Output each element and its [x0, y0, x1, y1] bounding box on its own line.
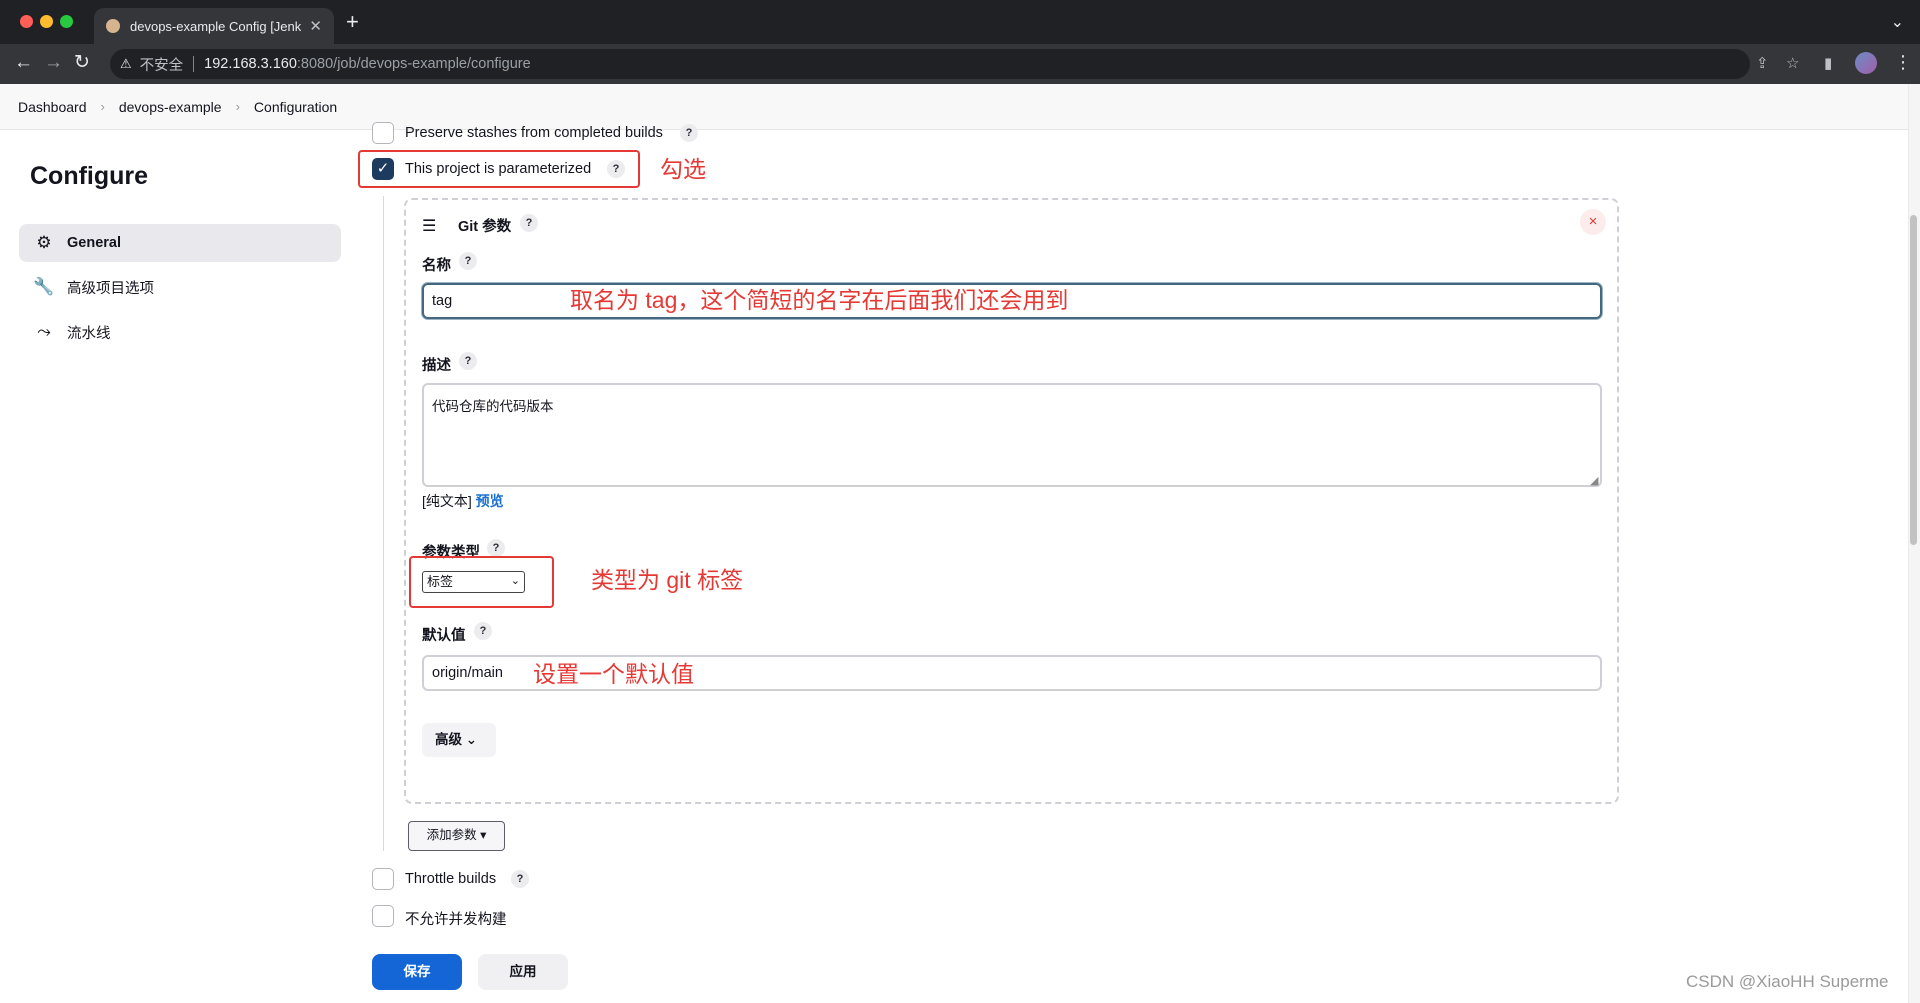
resize-grip-icon[interactable]: ◢ — [1590, 474, 1598, 487]
annotation-box-type — [409, 556, 554, 608]
browser-tab-bar: devops-example Config [Jenkins] ✕ + ⌄ — [0, 0, 1920, 44]
watermark: CSDN @XiaoHH Superme — [1686, 972, 1889, 991]
help-icon[interactable]: ? — [487, 539, 505, 557]
security-label: 不安全 — [139, 57, 184, 74]
preserve-stashes-label: Preserve stashes from completed builds — [405, 125, 663, 141]
breadcrumb-job[interactable]: devops-example — [119, 99, 222, 115]
sidebar-item-label: 流水线 — [67, 325, 111, 342]
forward-arrow-icon[interactable]: → — [44, 52, 63, 74]
wrench-icon: 🔧 — [33, 277, 55, 296]
annotation-box-parameterized — [358, 150, 640, 188]
chevron-down-icon: ⌄ — [465, 732, 478, 747]
minimize-window-button[interactable] — [40, 15, 53, 28]
tab-search-chevron-icon[interactable]: ⌄ — [1891, 12, 1904, 32]
browser-toolbar: ← → ↻ ⚠ 不安全 192.168.3.160 :8080/job/devo… — [0, 44, 1920, 84]
throttle-builds-label: Throttle builds — [405, 871, 497, 887]
tab-close-icon[interactable]: ✕ — [309, 17, 322, 35]
advanced-label: 高级 — [435, 732, 462, 747]
breadcrumb-separator-icon: › — [100, 99, 105, 114]
nested-indent-line — [383, 196, 384, 851]
remove-parameter-button[interactable]: × — [1580, 209, 1606, 235]
url-host: 192.168.3.160 — [204, 56, 297, 72]
address-divider — [193, 56, 195, 72]
breadcrumb-separator-icon: › — [235, 99, 240, 114]
tab-title: devops-example Config [Jenkins] — [130, 18, 302, 34]
save-button[interactable]: 保存 — [372, 954, 462, 990]
reload-icon[interactable]: ↻ — [74, 52, 90, 74]
sidebar-item-advanced-options[interactable]: 🔧 高级项目选项 — [19, 268, 341, 306]
help-icon[interactable]: ? — [459, 352, 477, 370]
help-icon[interactable]: ? — [474, 622, 492, 640]
url-path: :8080/job/devops-example/configure — [296, 56, 531, 72]
default-value-label: 默认值 — [422, 628, 466, 644]
no-concurrent-builds-label: 不允许并发构建 — [405, 912, 507, 928]
preview-link[interactable]: 预览 — [476, 493, 504, 509]
address-bar[interactable]: ⚠ 不安全 192.168.3.160 :8080/job/devops-exa… — [110, 49, 1750, 79]
preserve-stashes-checkbox[interactable] — [372, 122, 394, 144]
browser-menu-icon[interactable]: ⋮ — [1894, 52, 1912, 73]
annotation-check: 勾选 — [660, 156, 706, 182]
annotation-name: 取名为 tag，这个简短的名字在后面我们还会用到 — [570, 287, 1069, 313]
parameter-title: Git 参数 — [458, 219, 512, 235]
bookmark-star-icon[interactable]: ☆ — [1786, 54, 1799, 72]
maximize-window-button[interactable] — [60, 15, 73, 28]
breadcrumb: Dashboard › devops-example › Configurati… — [0, 84, 1908, 130]
name-label: 名称 — [422, 258, 451, 274]
browser-tab[interactable]: devops-example Config [Jenkins] ✕ — [94, 8, 334, 44]
share-icon[interactable]: ⇪ — [1756, 54, 1769, 72]
format-label: [纯文本] — [422, 493, 472, 509]
advanced-button[interactable]: 高级 ⌄ — [422, 723, 496, 757]
help-icon[interactable]: ? — [511, 870, 529, 888]
throttle-builds-checkbox[interactable] — [372, 868, 394, 890]
annotation-type: 类型为 git 标签 — [591, 567, 744, 593]
sidebar-item-pipeline[interactable]: ⤳ 流水线 — [19, 313, 341, 351]
warning-triangle-icon: ⚠ — [120, 56, 132, 71]
no-concurrent-builds-checkbox[interactable] — [372, 905, 394, 927]
breadcrumb-configuration[interactable]: Configuration — [254, 99, 337, 115]
help-icon[interactable]: ? — [680, 124, 698, 142]
close-window-button[interactable] — [20, 15, 33, 28]
pipeline-icon: ⤳ — [37, 322, 51, 341]
sidebar-item-general[interactable]: ⚙ General — [19, 224, 341, 262]
add-parameter-button[interactable]: 添加参数 ▾ — [408, 821, 505, 851]
new-tab-button[interactable]: + — [346, 11, 359, 33]
help-icon[interactable]: ? — [520, 214, 538, 232]
back-arrow-icon[interactable]: ← — [14, 52, 33, 74]
help-icon[interactable]: ? — [459, 252, 477, 270]
format-line: [纯文本] 预览 — [422, 491, 504, 511]
sidebar-item-label: General — [67, 235, 121, 251]
side-panel-icon[interactable]: ▮ — [1824, 54, 1832, 72]
drag-handle-icon[interactable]: ☰ — [422, 216, 436, 236]
jenkins-favicon-icon — [106, 19, 120, 33]
apply-button[interactable]: 应用 — [478, 954, 568, 990]
scrollbar-thumb[interactable] — [1910, 215, 1917, 545]
page-title: Configure — [30, 162, 149, 190]
description-textarea[interactable]: 代码仓库的代码版本 — [422, 383, 1602, 487]
gear-icon: ⚙ — [36, 233, 52, 252]
annotation-default: 设置一个默认值 — [533, 661, 694, 687]
sidebar-item-label: 高级项目选项 — [67, 280, 154, 297]
description-label: 描述 — [422, 358, 451, 374]
breadcrumb-dashboard[interactable]: Dashboard — [18, 99, 87, 115]
profile-avatar[interactable] — [1855, 52, 1877, 74]
